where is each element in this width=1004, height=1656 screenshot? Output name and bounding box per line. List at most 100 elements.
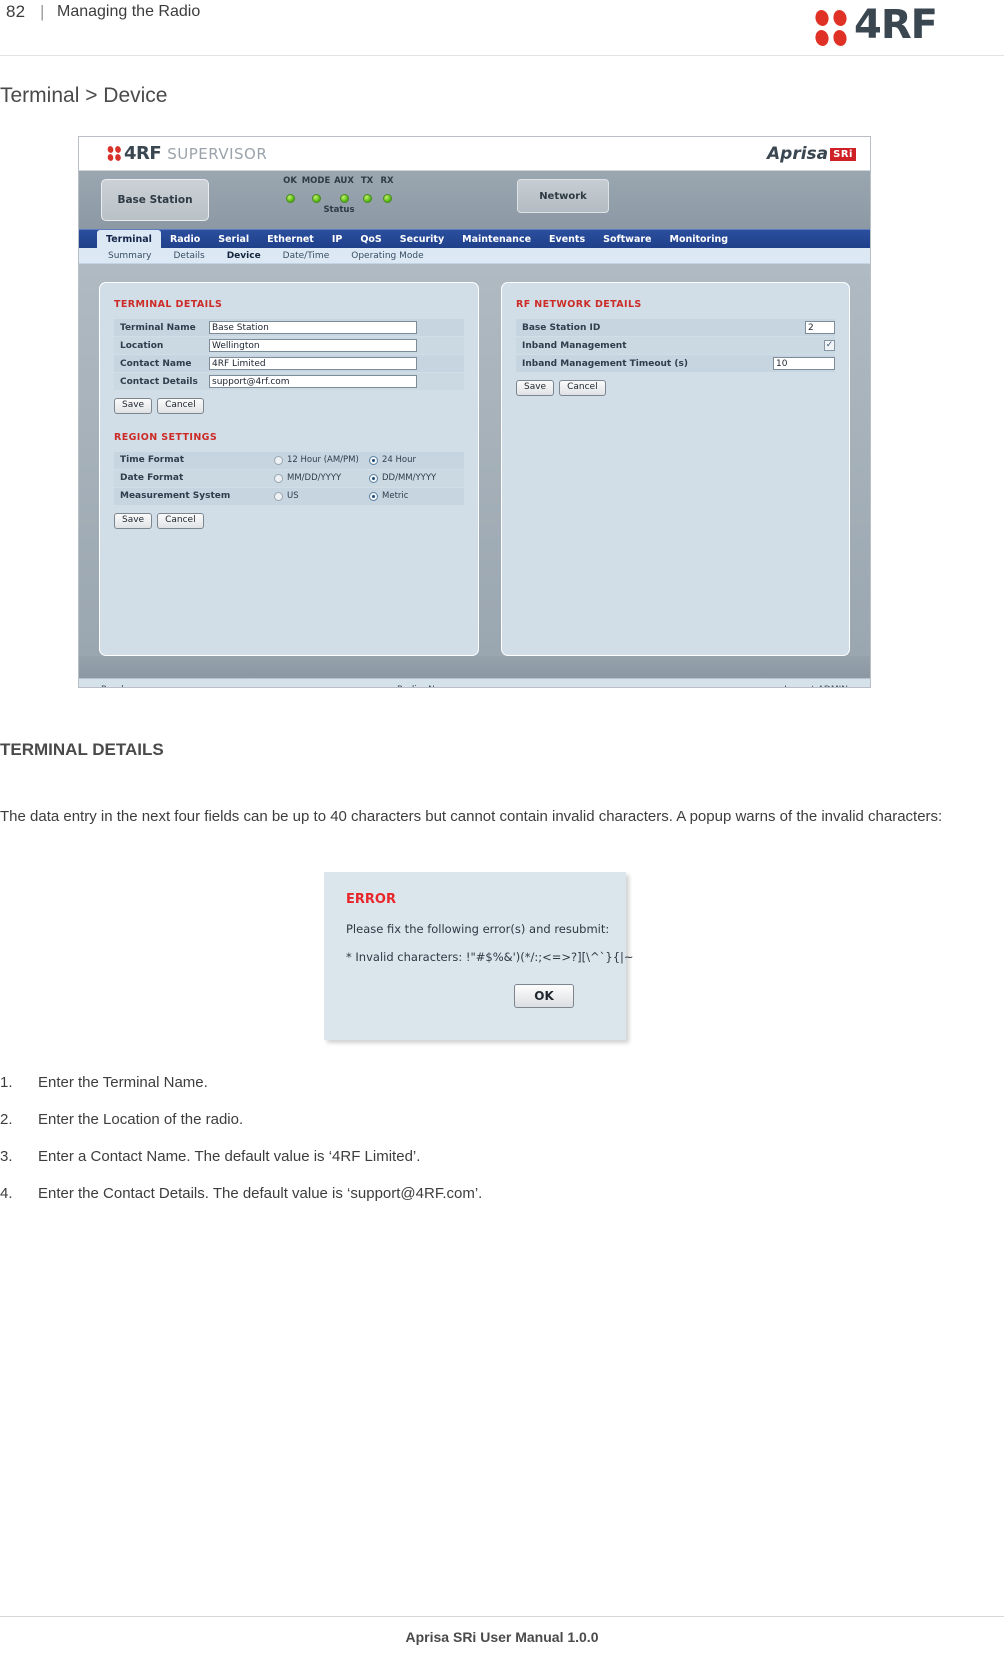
terminal-details-heading: TERMINAL DETAILS	[0, 740, 164, 760]
network-button[interactable]: Network	[517, 179, 609, 213]
footer-text: Aprisa SRi User Manual 1.0.0	[405, 1629, 599, 1645]
app-status-bar: Ready Radio: Name Logout ADMIN	[79, 678, 870, 687]
aprisa-name: Aprisa	[767, 144, 829, 164]
radio-ddmmyyyy[interactable]: DD/MM/YYYY	[369, 473, 464, 483]
4rf-mark-icon	[107, 145, 121, 161]
radio-ddmmyyyy-icon[interactable]	[369, 473, 378, 483]
field-contact-name: Contact Name 4RF Limited	[114, 355, 464, 372]
checkbox-inband-management[interactable]: ✓	[824, 340, 835, 351]
led-panel: OK MODE AUX TX RX	[279, 176, 399, 207]
led-label-ok: OK	[283, 176, 297, 186]
tab-software[interactable]: Software	[594, 230, 660, 249]
4rf-logo-dots-icon	[815, 10, 847, 46]
terminal-details-cancel-button[interactable]: Cancel	[157, 398, 204, 414]
led-aux-icon	[339, 194, 349, 203]
field-time-format: Time Format 12 Hour (AM/PM) 24 Hour	[114, 451, 464, 469]
input-contact-details[interactable]: support@4rf.com	[209, 375, 417, 388]
led-ok-icon	[285, 194, 295, 203]
terminal-selector-button[interactable]: Base Station	[101, 179, 209, 221]
step-number: 1.	[0, 1074, 13, 1091]
tab-maintenance[interactable]: Maintenance	[453, 230, 540, 249]
tab-terminal[interactable]: Terminal	[97, 230, 161, 249]
radio-us[interactable]: US	[274, 491, 369, 501]
error-dialog-ok-button[interactable]: OK	[514, 984, 574, 1008]
input-location[interactable]: Wellington	[209, 339, 417, 352]
panel-spacer	[114, 414, 464, 432]
tab-ip[interactable]: IP	[323, 230, 352, 249]
region-settings-save-button[interactable]: Save	[114, 512, 153, 529]
supervisor-mark-text: 4RF	[124, 143, 162, 164]
radio-24-hour-icon[interactable]	[369, 455, 378, 465]
radio-24-hour[interactable]: 24 Hour	[369, 455, 464, 465]
4rf-logo: 4RF	[814, 2, 994, 52]
label-contact-details: Contact Details	[120, 376, 198, 387]
led-tx-icon	[362, 194, 372, 203]
rf-network-buttons: Save Cancel	[516, 380, 835, 396]
rf-network-details-title: RF NETWORK DETAILS	[516, 299, 642, 310]
step-text: Enter the Contact Details. The default v…	[38, 1185, 483, 1202]
subtab-summary[interactable]: Summary	[97, 248, 163, 264]
input-base-station-id[interactable]: 2	[805, 321, 835, 334]
region-settings-buttons: Save Cancel	[114, 512, 464, 529]
tab-security[interactable]: Security	[391, 230, 453, 249]
list-item: 3. Enter a Contact Name. The default val…	[0, 1146, 952, 1168]
field-terminal-name: Terminal Name Base Station	[114, 319, 464, 336]
field-date-format: Date Format MM/DD/YYYY DD/MM/YYYY	[114, 469, 464, 487]
input-terminal-name[interactable]: Base Station	[209, 321, 417, 334]
radio-12-hour[interactable]: 12 Hour (AM/PM)	[274, 455, 369, 465]
error-dialog-detail: * Invalid characters: !"#$%&')(*/:;<=>?]…	[346, 950, 634, 964]
tab-serial[interactable]: Serial	[209, 230, 258, 249]
radio-metric-icon[interactable]	[369, 491, 378, 501]
radio-mmddyyyy-icon[interactable]	[274, 473, 283, 483]
label-date-format: Date Format	[120, 473, 184, 484]
rf-network-save-button[interactable]: Save	[516, 380, 555, 396]
region-settings-title: REGION SETTINGS	[114, 431, 218, 443]
input-contact-name[interactable]: 4RF Limited	[209, 357, 417, 370]
radio-metric-label: Metric	[382, 491, 409, 502]
radio-us-label: US	[287, 491, 299, 502]
region-settings-cancel-button[interactable]: Cancel	[157, 512, 204, 529]
subtab-operating-mode[interactable]: Operating Mode	[340, 248, 434, 264]
radio-metric[interactable]: Metric	[369, 491, 464, 501]
status-radio-name: Radio: Name	[397, 685, 455, 687]
tab-events[interactable]: Events	[540, 230, 594, 249]
step-text: Enter the Location of the radio.	[38, 1111, 244, 1128]
tab-qos[interactable]: QoS	[351, 230, 390, 249]
tab-radio[interactable]: Radio	[161, 230, 209, 249]
subtab-details[interactable]: Details	[163, 248, 216, 264]
label-base-station-id: Base Station ID	[522, 322, 601, 333]
radio-12-hour-icon[interactable]	[274, 455, 283, 465]
supervisor-word: SUPERVISOR	[167, 144, 268, 163]
steps-list: 1. Enter the Terminal Name. 2. Enter the…	[0, 1072, 952, 1220]
label-inband-management: Inband Management	[522, 340, 627, 351]
step-number: 3.	[0, 1148, 13, 1165]
radio-12-hour-label: 12 Hour (AM/PM)	[287, 455, 359, 466]
subtab-device[interactable]: Device	[216, 248, 272, 264]
rf-network-cancel-button[interactable]: Cancel	[559, 380, 606, 396]
aprisa-product-logo: Aprisa SRi	[767, 144, 856, 164]
step-text: Enter a Contact Name. The default value …	[38, 1148, 421, 1165]
error-dialog-title: ERROR	[346, 892, 396, 907]
led-label-mode: MODE	[301, 176, 331, 186]
subtab-date-time[interactable]: Date/Time	[272, 248, 341, 264]
terminal-details-title: TERMINAL DETAILS	[114, 299, 223, 310]
input-inband-timeout[interactable]: 10	[773, 357, 835, 370]
label-time-format: Time Format	[120, 455, 184, 466]
logout-link[interactable]: Logout ADMIN	[784, 685, 848, 687]
list-item: 2. Enter the Location of the radio.	[0, 1109, 952, 1131]
radio-mmddyyyy[interactable]: MM/DD/YYYY	[274, 473, 369, 483]
label-terminal-name: Terminal Name	[120, 322, 196, 333]
app-content: TERMINAL DETAILS Terminal Name Base Stat…	[79, 264, 870, 656]
app-content-spacer	[79, 656, 870, 678]
tab-monitoring[interactable]: Monitoring	[660, 230, 737, 249]
secondary-nav: Summary Details Device Date/Time Operati…	[79, 248, 870, 264]
left-panel: TERMINAL DETAILS Terminal Name Base Stat…	[99, 282, 479, 656]
radio-us-icon[interactable]	[274, 491, 283, 501]
supervisor-screenshot: 4RF SUPERVISOR Aprisa SRi Base Station OK …	[78, 136, 871, 688]
step-text: Enter the Terminal Name.	[38, 1074, 208, 1091]
field-inband-management: Inband Management ✓	[516, 337, 835, 354]
terminal-details-save-button[interactable]: Save	[114, 398, 153, 414]
error-dialog-message: Please fix the following error(s) and re…	[346, 922, 610, 936]
tab-ethernet[interactable]: Ethernet	[258, 230, 323, 249]
led-label-aux: AUX	[334, 176, 354, 186]
